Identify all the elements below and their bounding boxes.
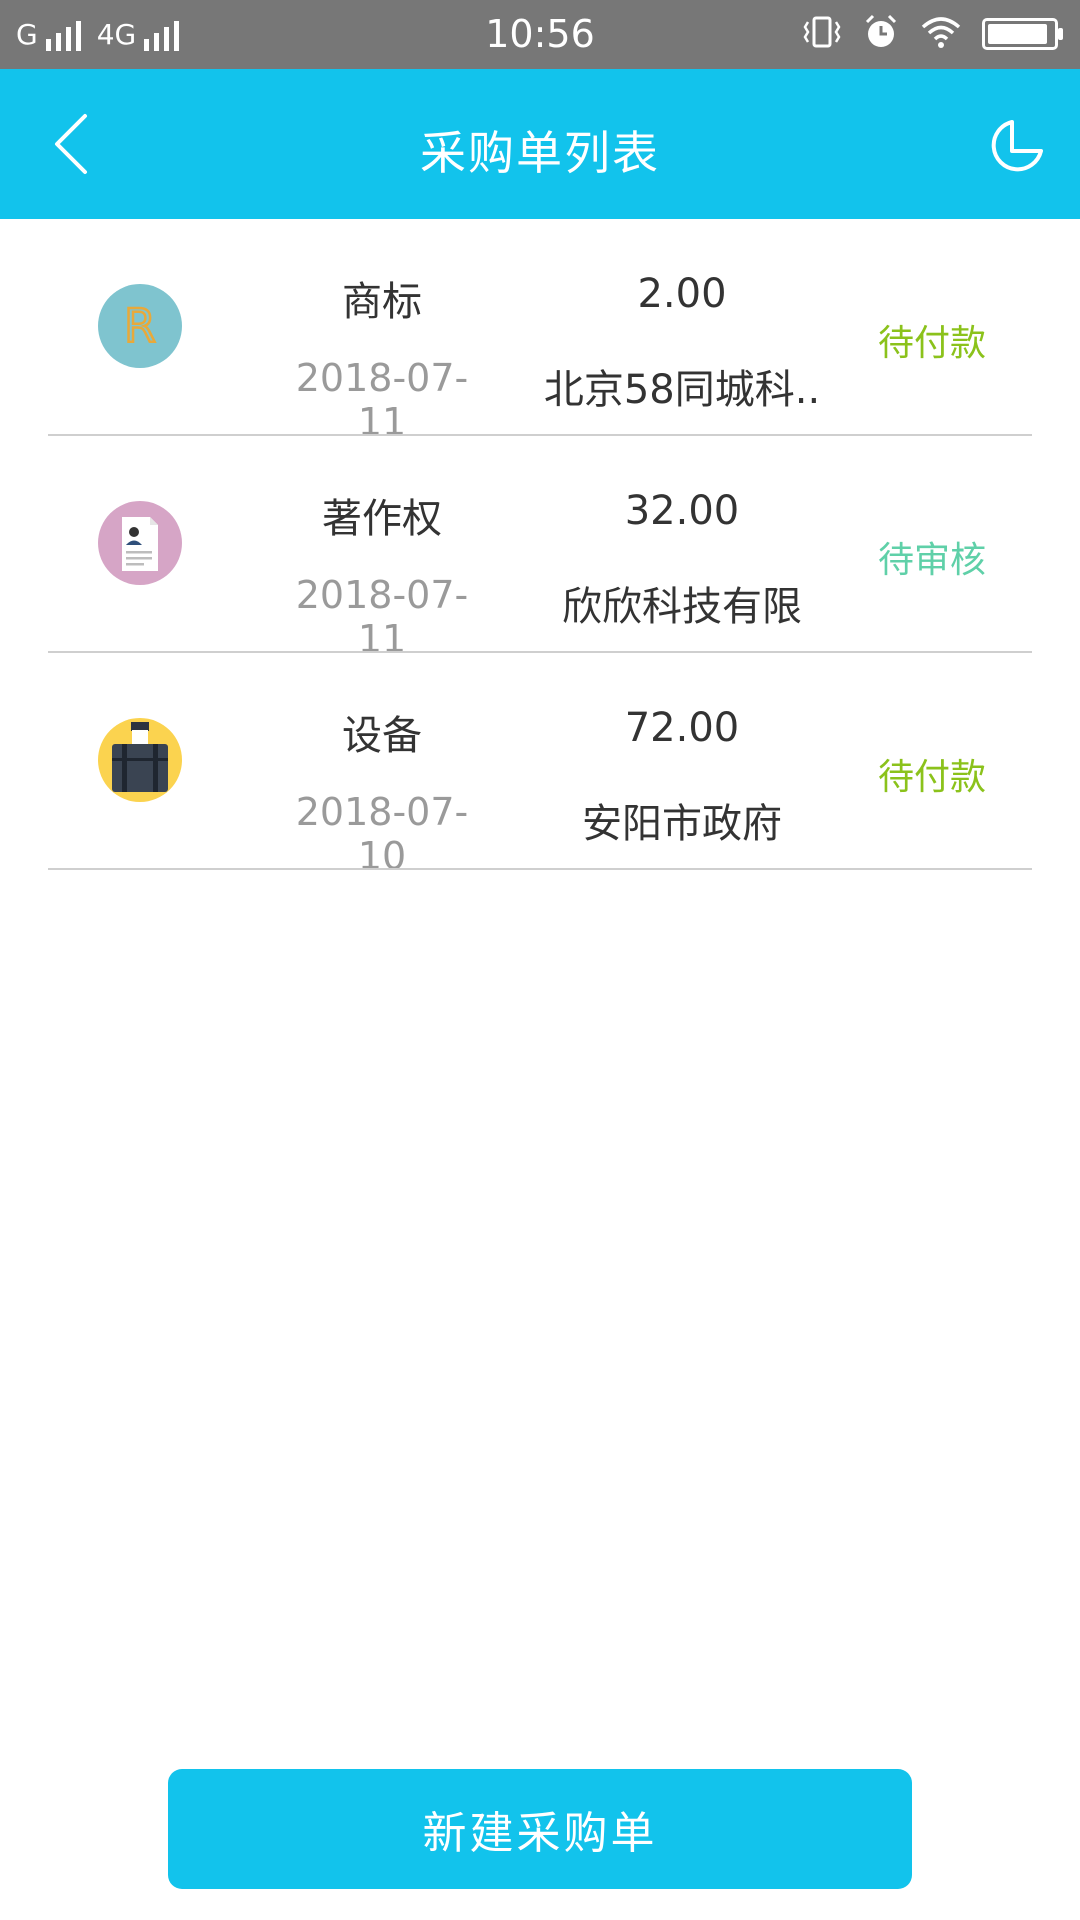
order-category: 设备 [342, 713, 422, 759]
app-bar: 采购单列表 [0, 69, 1080, 219]
order-date: 2018-07-11 [295, 356, 469, 444]
order-company: 欣欣科技有限 [562, 584, 802, 630]
order-status: 待付款 [877, 757, 986, 798]
order-row[interactable]: 设备 2018-07-10 72.00 安阳市政府 待付款 [0, 653, 1080, 878]
document-person-icon [98, 501, 182, 585]
wifi-icon [920, 15, 962, 53]
trademark-r-icon: R [98, 284, 182, 368]
order-status: 待审核 [877, 540, 986, 581]
order-date: 2018-07-10 [295, 790, 469, 878]
battery-icon [982, 18, 1063, 50]
order-row[interactable]: R 商标 2018-07-11 2.00 北京58同城科.. 待付款 [0, 219, 1080, 444]
svg-text:R: R [124, 299, 156, 353]
statistics-button[interactable] [982, 111, 1052, 181]
order-category: 著作权 [322, 496, 442, 542]
order-company: 安阳市政府 [582, 801, 782, 847]
status-icons [802, 12, 1063, 56]
order-category: 商标 [342, 279, 422, 325]
order-amount: 32.00 [624, 488, 740, 534]
alarm-icon [862, 13, 900, 55]
order-row[interactable]: 著作权 2018-07-11 32.00 欣欣科技有限 待审核 [0, 436, 1080, 661]
order-company: 北京58同城科.. [543, 367, 821, 413]
battery-level [988, 24, 1047, 44]
order-status: 待付款 [877, 323, 986, 364]
row-divider [48, 868, 1032, 870]
status-bar: G 4G 10:56 [0, 0, 1080, 69]
vibrate-icon [802, 14, 842, 54]
order-list: R 商标 2018-07-11 2.00 北京58同城科.. 待付款 著作权 2… [0, 219, 1080, 878]
order-date: 2018-07-11 [295, 573, 469, 661]
briefcase-icon [98, 718, 182, 802]
pie-chart-icon [991, 120, 1043, 172]
order-amount: 2.00 [637, 271, 727, 317]
order-amount: 72.00 [624, 705, 740, 751]
new-purchase-order-button[interactable]: 新建采购单 [168, 1769, 912, 1889]
page-title: 采购单列表 [420, 126, 660, 180]
